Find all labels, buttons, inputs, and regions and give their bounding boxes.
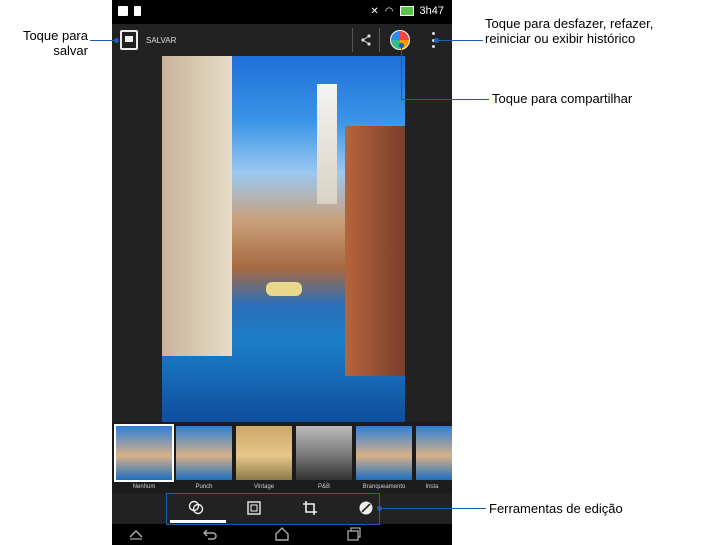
callout-save: Toque para salvar [8,28,88,58]
save-label: SALVAR [146,35,177,45]
callout-share: Toque para compartilhar [492,91,633,106]
wifi-icon: ◠ [384,5,394,17]
filter-thumb-nenhum[interactable] [114,424,174,482]
battery-icon [399,6,414,16]
callout-tools: Ferramentas de edição [489,501,623,516]
photo-building-left [162,56,232,356]
share-icon [361,34,371,46]
callout-save-line2: salvar [53,43,88,58]
leader-dot-tools [377,506,382,511]
filter-label: Punch [195,484,213,490]
mute-icon: ✕ [370,5,379,17]
filter-thumb-vintage[interactable] [236,426,292,480]
photo-bell-tower [317,84,337,204]
callout-undo: Toque para desfazer, refazer, reiniciar … [485,16,707,46]
clock: 3h47 [419,5,444,17]
filter-thumb-punch[interactable] [176,426,232,480]
system-nav-bar [112,524,452,545]
share-button[interactable] [352,28,380,52]
filter-strip: Nenhum Punch Vintage P&B Branqueamento I… [112,422,452,494]
filter-thumb-insta[interactable] [416,426,452,480]
filter-label: Insta [425,484,439,490]
filter-label: Vintage [253,484,275,490]
callout-undo-line2: reiniciar ou exibir histórico [485,31,636,46]
filter-thumb-pb[interactable] [296,426,352,480]
filter-label: Nenhum [132,484,156,490]
save-button[interactable]: SALVAR [120,30,176,50]
leader-vline-share [401,44,402,100]
leader-line-share [401,99,489,100]
tools-highlight-frame [166,493,380,525]
back-icon[interactable] [202,527,218,541]
save-icon [120,30,138,50]
leader-dot-save [114,38,119,43]
leader-dot-undo [434,38,439,43]
gallery-notification-icon [118,6,128,16]
callout-save-line1: Toque para [22,28,88,43]
callout-undo-line1: Toque para desfazer, refazer, [485,16,654,31]
home-icon[interactable] [274,527,290,541]
status-bar: ✕ ◠ 3h47 [112,0,452,24]
photo-boat [266,282,302,296]
photo-building-right [345,126,405,376]
recents-icon[interactable] [346,527,362,541]
leader-dot-share [399,43,404,48]
filter-label: Branqueamento [362,484,406,490]
filter-label: P&B [317,484,330,490]
collapse-icon[interactable] [128,527,144,541]
photo-preview[interactable] [162,56,405,422]
filter-thumb-branqueamento[interactable] [356,426,412,480]
file-notification-icon [134,6,141,16]
leader-line-tools [380,508,486,509]
leader-line-undo [437,40,483,41]
leader-line-save [90,40,117,41]
